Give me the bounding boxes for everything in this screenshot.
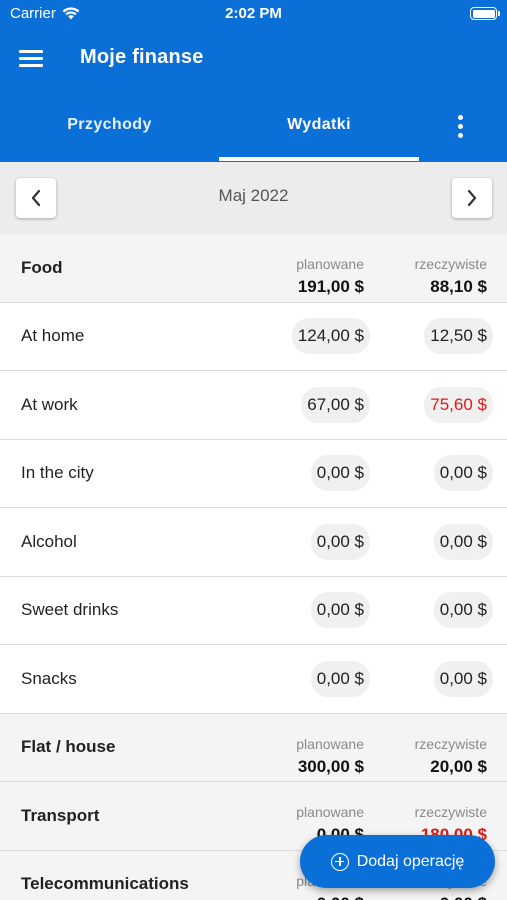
planned-amount-button[interactable]: 0,00 $: [310, 455, 370, 492]
planned-amount-button[interactable]: 0,00 $: [310, 523, 370, 560]
group-name: Telecommunications: [21, 874, 189, 894]
actual-amount-button[interactable]: 12,50 $: [424, 318, 493, 355]
add-operation-button[interactable]: Dodaj operację: [300, 835, 495, 888]
item-name: Snacks: [21, 668, 77, 688]
battery-icon: [470, 7, 500, 20]
item-name: At home: [21, 326, 85, 346]
item-name: Alcohol: [21, 531, 77, 551]
category-group-row[interactable]: Flat / house planowane rzeczywiste 300,00 $…: [0, 713, 507, 782]
tab-wydatki[interactable]: Wydatki: [219, 116, 419, 134]
actual-amount-button[interactable]: 0,00 $: [433, 660, 493, 697]
tab-przychody[interactable]: Przychody: [0, 116, 219, 134]
planned-amount-button[interactable]: 0,00 $: [310, 660, 370, 697]
app-bar: Carrier 2:02 PM Moje finanse Przychody W…: [0, 0, 507, 162]
actual-total: 20,00 $: [430, 756, 487, 776]
status-bar: Carrier 2:02 PM: [0, 0, 507, 30]
category-group-row[interactable]: Food planowane rzeczywiste 191,00 $ 88,10 $: [0, 234, 507, 303]
budget-list: Food planowane rzeczywiste 191,00 $ 88,10 $ A…: [0, 234, 507, 900]
chevron-right-icon: [467, 189, 477, 207]
planned-header: planowane: [296, 256, 364, 272]
item-name: At work: [21, 394, 78, 414]
item-name: Sweet drinks: [21, 600, 119, 620]
planned-header: planowane: [296, 735, 364, 752]
add-operation-label: Dodaj operację: [356, 852, 465, 870]
category-item-row[interactable]: At home 124,00 $ 12,50 $: [0, 302, 507, 371]
actual-header: rzeczywiste: [414, 804, 487, 820]
month-selector: Maj 2022: [0, 162, 507, 234]
planned-amount-button[interactable]: 67,00 $: [301, 386, 370, 423]
actual-total: 88,10 $: [430, 277, 487, 296]
add-circle-icon: [330, 852, 349, 871]
planned-header: planowane: [296, 804, 364, 820]
group-name: Flat / house: [21, 737, 116, 757]
category-item-row[interactable]: Snacks 0,00 $ 0,00 $: [0, 645, 507, 714]
category-item-row[interactable]: At work 67,00 $ 75,60 $: [0, 371, 507, 440]
app-title: Moje finanse: [80, 46, 204, 68]
current-month: Maj 2022: [218, 186, 289, 205]
planned-amount-button[interactable]: 124,00 $: [291, 318, 370, 355]
hamburger-menu-icon[interactable]: [19, 50, 43, 70]
item-name: In the city: [21, 463, 94, 483]
group-name: Transport: [21, 805, 100, 825]
more-vertical-icon[interactable]: [456, 115, 464, 141]
category-item-row[interactable]: Sweet drinks 0,00 $ 0,00 $: [0, 576, 507, 645]
planned-total: 191,00 $: [297, 277, 364, 296]
planned-amount-button[interactable]: 0,00 $: [310, 592, 370, 629]
planned-total: 0,00 $: [317, 894, 364, 900]
actual-amount-button[interactable]: 0,00 $: [433, 455, 493, 492]
actual-amount-button[interactable]: 0,00 $: [433, 592, 493, 629]
status-time: 2:02 PM: [225, 5, 282, 22]
actual-amount-button[interactable]: 0,00 $: [433, 523, 493, 560]
category-item-row[interactable]: In the city 0,00 $ 0,00 $: [0, 439, 507, 508]
group-name: Food: [21, 257, 63, 277]
active-tab-indicator: [219, 157, 419, 161]
actual-total: 0,00 $: [440, 894, 487, 900]
actual-amount-button[interactable]: 75,60 $: [424, 386, 493, 423]
category-item-row[interactable]: Alcohol 0,00 $ 0,00 $: [0, 508, 507, 577]
actual-header: rzeczywiste: [414, 256, 487, 272]
next-month-button[interactable]: [452, 178, 492, 218]
planned-total: 300,00 $: [297, 756, 364, 776]
actual-header: rzeczywiste: [414, 735, 487, 752]
